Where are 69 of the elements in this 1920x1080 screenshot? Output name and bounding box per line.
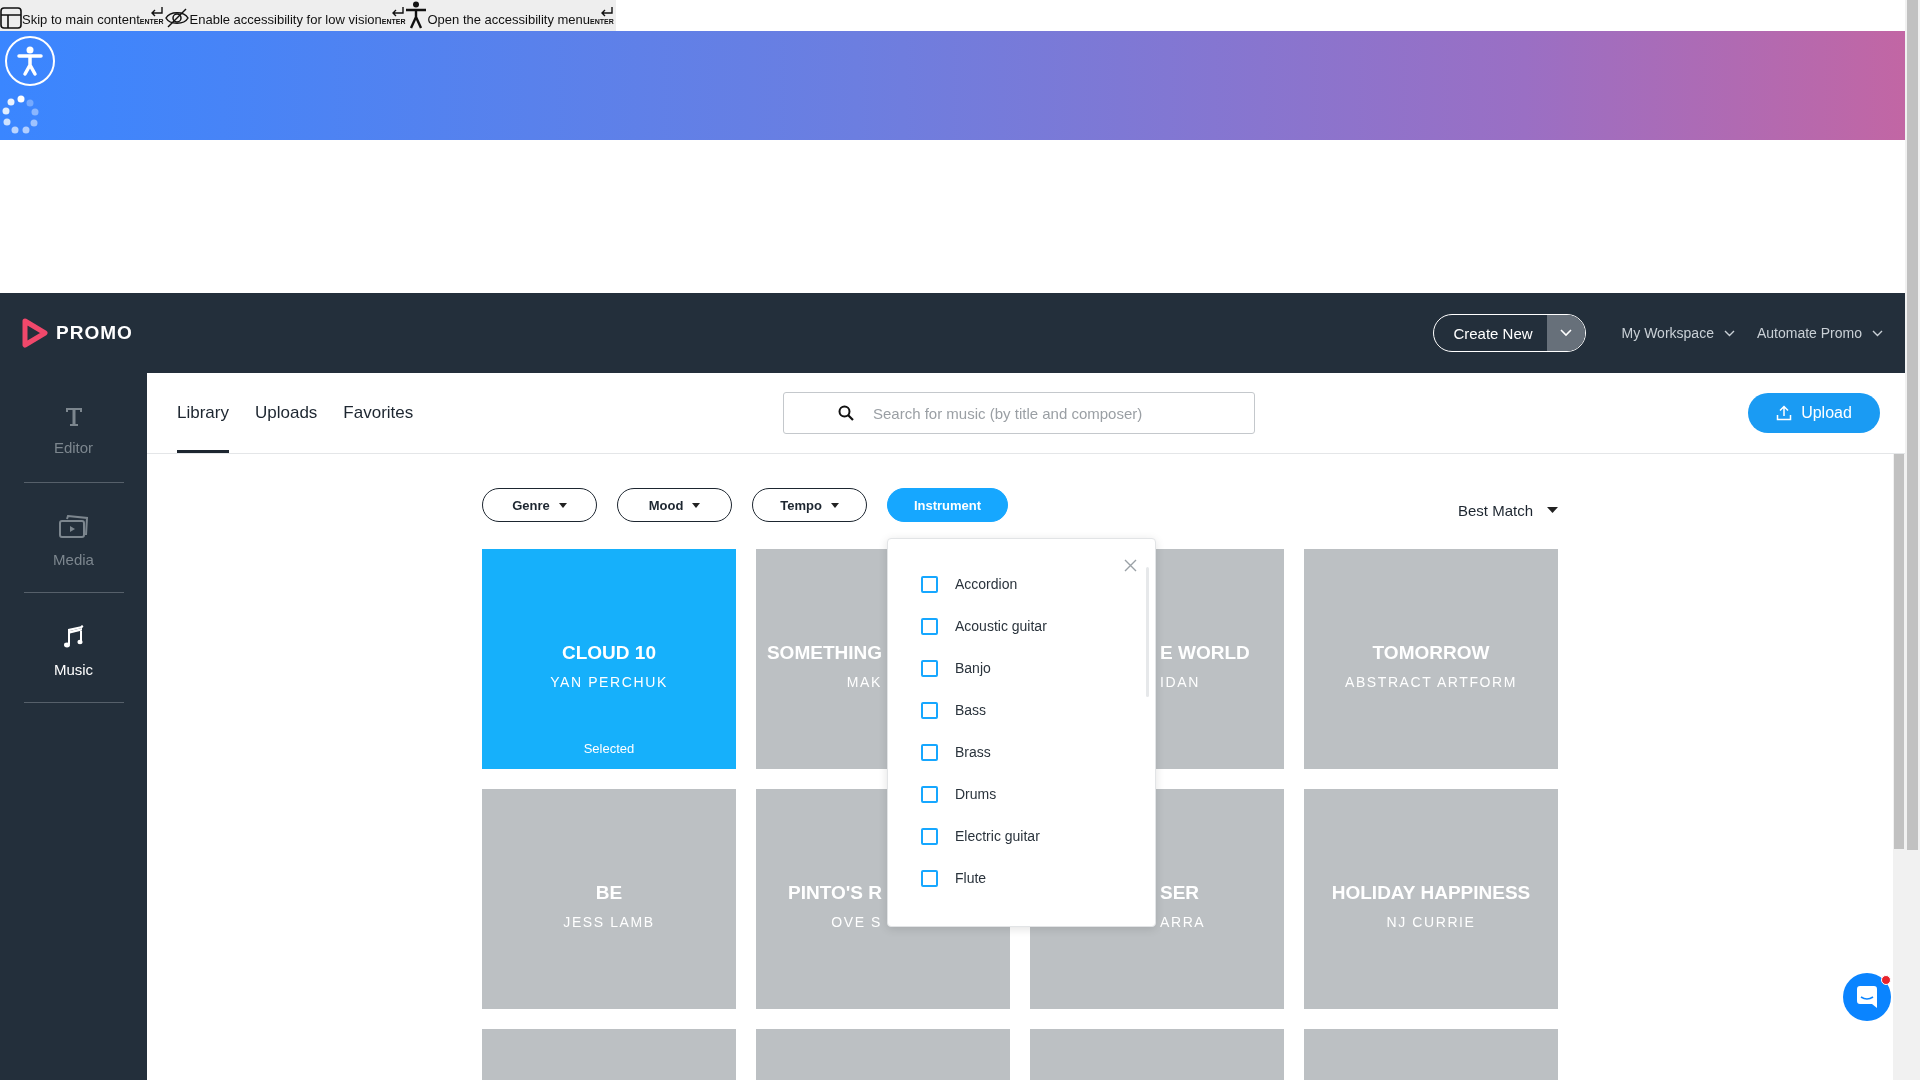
checkbox[interactable] bbox=[921, 617, 938, 635]
filter-button[interactable]: Genre bbox=[482, 488, 597, 522]
checkbox[interactable] bbox=[921, 701, 938, 719]
option-label[interactable]: Bass bbox=[955, 702, 987, 718]
sidebar-item[interactable]: Music bbox=[23, 593, 124, 703]
track-artist: NJ CURRIE bbox=[1386, 914, 1476, 930]
logo-text: PROMO bbox=[56, 322, 133, 344]
close-icon[interactable] bbox=[1124, 559, 1137, 572]
search-icon bbox=[838, 405, 854, 421]
option-label[interactable]: Brass bbox=[955, 744, 991, 760]
tab[interactable]: Library bbox=[177, 373, 229, 453]
selected-label: Selected bbox=[583, 741, 635, 756]
checkbox[interactable] bbox=[921, 659, 938, 677]
track-title: E WORLD bbox=[1160, 642, 1250, 664]
track-title: SOMETHING bbox=[766, 642, 882, 664]
chevron-down-icon bbox=[1872, 329, 1883, 337]
return-arrow-icon bbox=[391, 7, 406, 18]
play-logo-icon bbox=[22, 318, 48, 348]
option-label[interactable]: Banjo bbox=[955, 660, 991, 676]
sidebar-item[interactable]: Media bbox=[23, 483, 124, 593]
track-artist: MAK bbox=[846, 674, 882, 690]
accessibility-person-icon bbox=[405, 1, 428, 29]
return-arrow-icon bbox=[149, 7, 164, 18]
track-artist: YAN PERCHUK bbox=[550, 674, 668, 690]
chevron-down-icon bbox=[1559, 329, 1572, 337]
sort-dropdown[interactable]: Best Match bbox=[1457, 501, 1558, 519]
upload-icon bbox=[1776, 405, 1793, 421]
track-artist: OVE S bbox=[831, 914, 882, 930]
track-artist: ABSTRACT ARTFORM bbox=[1344, 674, 1518, 690]
option-label[interactable]: Drums bbox=[955, 786, 997, 802]
return-arrow-icon bbox=[599, 7, 614, 18]
scrollbar-thumb[interactable] bbox=[1907, 0, 1918, 850]
track-title: HOLIDAY HAPPINESS bbox=[1331, 882, 1531, 904]
chat-button[interactable] bbox=[1843, 973, 1891, 1021]
loading-spinner-icon bbox=[1, 95, 41, 135]
scrollbar-thumb[interactable] bbox=[1894, 454, 1904, 849]
chat-icon bbox=[1856, 985, 1878, 1009]
search-field[interactable]: Search for music (by title and composer) bbox=[783, 392, 1255, 434]
checkbox[interactable] bbox=[921, 827, 938, 845]
checkbox[interactable] bbox=[921, 743, 938, 761]
layout-icon bbox=[0, 7, 22, 29]
caret-down-icon bbox=[830, 502, 839, 508]
eye-slash-icon bbox=[163, 7, 190, 29]
header-menu[interactable]: My Workspace bbox=[1621, 325, 1735, 341]
track-title: CLOUD 10 bbox=[562, 642, 656, 664]
media-icon bbox=[58, 515, 89, 539]
header-menu[interactable]: Automate Promo bbox=[1756, 325, 1883, 341]
checkbox[interactable] bbox=[921, 785, 938, 803]
accessibility-icon[interactable] bbox=[4, 35, 56, 87]
tab[interactable]: Uploads bbox=[254, 373, 318, 453]
track-title: PINTO'S R bbox=[788, 882, 882, 904]
checkbox[interactable] bbox=[921, 869, 938, 887]
chevron-down-icon bbox=[1723, 329, 1735, 337]
notification-dot bbox=[1881, 975, 1891, 985]
caret-down-icon bbox=[1547, 507, 1558, 513]
sidebar-item[interactable]: Editor bbox=[23, 373, 124, 483]
track-artist: IDAN bbox=[1160, 674, 1200, 690]
track-title: SER bbox=[1160, 882, 1200, 904]
track-title: TOMORROW bbox=[1372, 642, 1490, 664]
option-label[interactable]: Flute bbox=[955, 870, 987, 886]
music-note-icon bbox=[62, 625, 85, 649]
checkbox[interactable] bbox=[921, 575, 938, 593]
track-title: BE bbox=[595, 882, 623, 904]
text-icon bbox=[64, 407, 83, 427]
caret-down-icon bbox=[558, 502, 567, 508]
caret-down-icon bbox=[692, 502, 701, 508]
tab[interactable]: Favorites bbox=[343, 373, 414, 453]
track-artist: ARRA bbox=[1160, 914, 1206, 930]
track-artist: JESS LAMB bbox=[563, 914, 655, 930]
